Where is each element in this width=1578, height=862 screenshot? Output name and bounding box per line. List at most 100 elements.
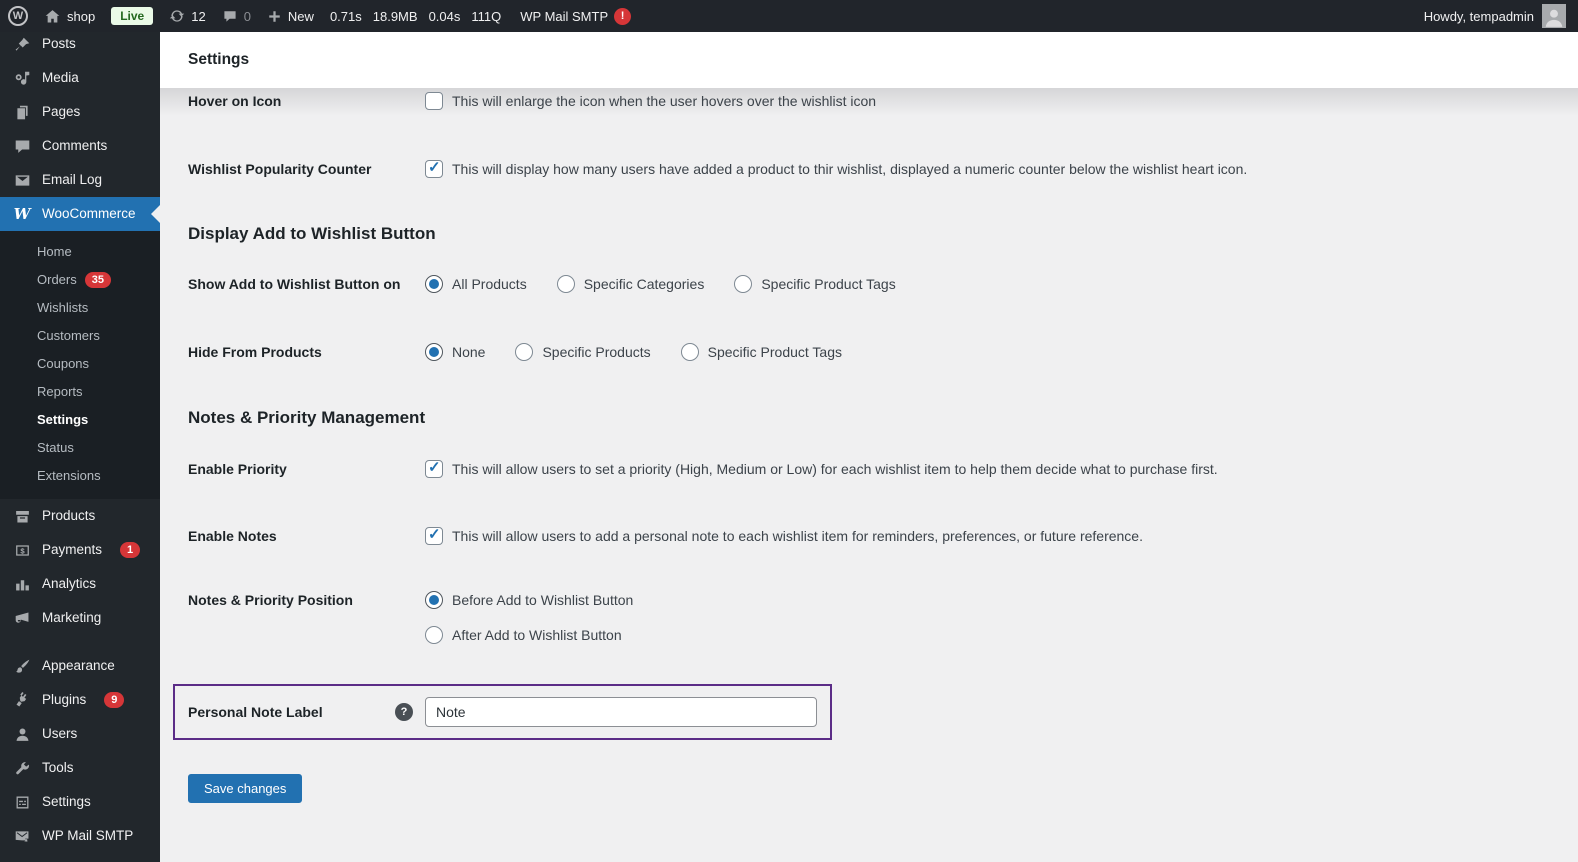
howdy-text: Howdy, tempadmin [1424, 9, 1534, 24]
user-icon [12, 726, 32, 743]
live-badge: Live [111, 7, 153, 25]
sidebar-item-label: Tools [42, 759, 74, 777]
after-button-radio[interactable] [425, 626, 443, 644]
row-enable-priority: Enable Priority This will allow users to… [188, 460, 1550, 478]
sidebar-item-label: Media [42, 69, 79, 87]
save-changes-button[interactable]: Save changes [188, 774, 302, 803]
row-show-on: Show Add to Wishlist Button on All Produ… [188, 275, 1550, 293]
sidebar-item-analytics[interactable]: Analytics [0, 567, 160, 601]
radio-option-specific-products[interactable]: Specific Products [515, 343, 650, 361]
field-label: Notes & Priority Position [188, 592, 353, 608]
radio-option-specific-categories[interactable]: Specific Categories [557, 275, 705, 293]
perf-query-count[interactable]: 111Q [471, 9, 501, 24]
submenu-label: Extensions [37, 468, 101, 484]
updates-icon [169, 8, 185, 24]
field-label: Hide From Products [188, 344, 322, 360]
sidebar-item-label: Marketing [42, 609, 101, 627]
hover-on-icon-checkbox[interactable] [425, 92, 443, 110]
sidebar-item-woocommerce[interactable]: W WooCommerce [0, 197, 160, 231]
sidebar-item-pages[interactable]: Pages [0, 95, 160, 129]
sidebar-item-users[interactable]: Users [0, 717, 160, 751]
sidebar-item-marketing[interactable]: Marketing [0, 601, 160, 635]
sidebar-item-payments[interactable]: $ Payments 1 [0, 533, 160, 567]
perf-memory[interactable]: 18.9MB [373, 9, 418, 24]
radio-option-none[interactable]: None [425, 343, 485, 361]
plug-icon [12, 692, 32, 709]
radio-option-after-button[interactable]: After Add to Wishlist Button [425, 626, 622, 644]
sidebar-item-appearance[interactable]: Appearance [0, 649, 160, 683]
wp-mail-smtp-label: WP Mail SMTP [520, 9, 608, 24]
enable-priority-checkbox[interactable] [425, 460, 443, 478]
sidebar-item-media[interactable]: Media [0, 61, 160, 95]
personal-note-label-input[interactable] [425, 697, 817, 727]
admin-bar: W shop Live 12 0 New 0.71s 18.9MB 0.04s … [0, 0, 1578, 32]
perf-db-time[interactable]: 0.04s [429, 9, 461, 24]
help-icon[interactable]: ? [395, 703, 413, 721]
sidebar-item-tools[interactable]: Tools [0, 751, 160, 785]
bar-chart-icon [12, 576, 32, 593]
field-label: Show Add to Wishlist Button on [188, 276, 400, 292]
submenu-item-home[interactable]: Home [0, 238, 160, 266]
brush-icon [12, 658, 32, 675]
radio-option-all-products[interactable]: All Products [425, 275, 527, 293]
sidebar-item-label: Comments [42, 137, 107, 155]
comments-indicator[interactable]: 0 [222, 8, 251, 24]
sidebar-item-email-log[interactable]: Email Log [0, 163, 160, 197]
wp-mail-smtp-menu[interactable]: WP Mail SMTP ! [520, 8, 631, 25]
none-radio[interactable] [425, 343, 443, 361]
submenu-item-customers[interactable]: Customers [0, 322, 160, 350]
sidebar-item-label: Payments [42, 541, 102, 559]
submenu-label: Settings [37, 412, 88, 428]
account-menu[interactable]: Howdy, tempadmin [1424, 4, 1566, 28]
plugins-count-badge: 9 [104, 692, 124, 708]
submenu-label: Reports [37, 384, 83, 400]
radio-label: All Products [452, 276, 527, 292]
submenu-item-wishlists[interactable]: Wishlists [0, 294, 160, 322]
plus-icon [267, 9, 282, 24]
submenu-item-coupons[interactable]: Coupons [0, 350, 160, 378]
sidebar-item-plugins[interactable]: Plugins 9 [0, 683, 160, 717]
submenu-item-extensions[interactable]: Extensions [0, 462, 160, 490]
specific-product-tags-radio[interactable] [734, 275, 752, 293]
sidebar-item-products[interactable]: Products [0, 499, 160, 533]
live-status[interactable]: Live [111, 7, 153, 25]
sidebar-item-label: Posts [42, 35, 76, 53]
radio-label: Specific Products [542, 344, 650, 360]
megaphone-icon [12, 610, 32, 627]
before-button-radio[interactable] [425, 591, 443, 609]
sidebar-item-label: WP Mail SMTP [42, 827, 133, 845]
submenu-item-orders[interactable]: Orders35 [0, 266, 160, 294]
site-home-link[interactable]: shop [44, 8, 95, 25]
highlight-box-personal-note-label: Personal Note Label ? [173, 684, 832, 740]
new-button[interactable]: New [267, 9, 314, 24]
perf-load-time[interactable]: 0.71s [330, 9, 362, 24]
popularity-counter-checkbox[interactable] [425, 160, 443, 178]
sidebar-item-posts[interactable]: Posts [0, 32, 160, 61]
wordpress-menu[interactable]: W [8, 6, 28, 26]
new-label: New [288, 9, 314, 24]
field-description: This will allow users to set a priority … [452, 461, 1218, 477]
radio-option-specific-product-tags[interactable]: Specific Product Tags [734, 275, 895, 293]
page-header: Settings [160, 32, 1578, 88]
sidebar-item-wp-mail-smtp[interactable]: WP Mail SMTP [0, 819, 160, 853]
wordpress-logo-icon: W [8, 6, 28, 26]
radio-label: None [452, 344, 485, 360]
radio-option-hide-specific-product-tags[interactable]: Specific Product Tags [681, 343, 842, 361]
all-products-radio[interactable] [425, 275, 443, 293]
pages-icon [12, 104, 32, 121]
updates-indicator[interactable]: 12 [169, 8, 205, 24]
sidebar-item-comments[interactable]: Comments [0, 129, 160, 163]
enable-notes-checkbox[interactable] [425, 527, 443, 545]
radio-label: Specific Product Tags [708, 344, 842, 360]
pushpin-icon [12, 36, 32, 53]
sidebar-item-settings[interactable]: Settings [0, 785, 160, 819]
submenu-item-status[interactable]: Status [0, 434, 160, 462]
hide-specific-product-tags-radio[interactable] [681, 343, 699, 361]
radio-option-before-button[interactable]: Before Add to Wishlist Button [425, 591, 633, 609]
specific-products-radio[interactable] [515, 343, 533, 361]
submenu-item-reports[interactable]: Reports [0, 378, 160, 406]
submenu-label: Customers [37, 328, 100, 344]
field-description: This will display how many users have ad… [452, 161, 1247, 177]
specific-categories-radio[interactable] [557, 275, 575, 293]
submenu-item-settings[interactable]: Settings [0, 406, 160, 434]
